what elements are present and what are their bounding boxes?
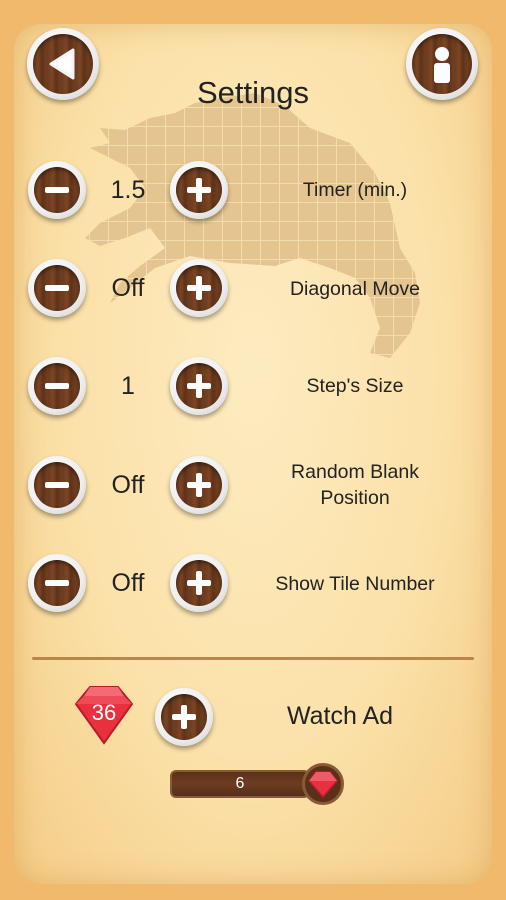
gem-count: 36 — [91, 700, 117, 725]
timer-value: 1.5 — [110, 176, 146, 204]
gem-icon — [308, 771, 338, 799]
horse-silhouette-icon — [85, 93, 420, 358]
timer-label: Timer (min.) — [302, 179, 408, 201]
gem-reward-value: 6 — [235, 775, 245, 792]
plus-icon — [187, 571, 211, 595]
show-tile-number-decrease-button[interactable] — [28, 554, 86, 612]
steps-size-label: Step's Size — [306, 375, 404, 397]
plus-icon — [172, 705, 196, 729]
watch-ad-button[interactable] — [155, 688, 213, 746]
diagonal-move-decrease-button[interactable] — [28, 259, 86, 317]
minus-icon — [45, 580, 69, 586]
random-blank-position-label: Random Blank Position — [291, 461, 419, 509]
minus-icon — [45, 187, 69, 193]
random-blank-position-increase-button[interactable] — [170, 456, 228, 514]
plus-icon — [187, 276, 211, 300]
plus-icon — [187, 473, 211, 497]
plus-icon — [187, 374, 211, 398]
timer-decrease-button[interactable] — [28, 161, 86, 219]
diagonal-move-label: Diagonal Move — [289, 278, 421, 300]
minus-icon — [45, 383, 69, 389]
gem-counter: 36 — [74, 684, 134, 746]
show-tile-number-increase-button[interactable] — [170, 554, 228, 612]
show-tile-number-label: Show Tile Number — [275, 573, 435, 595]
gem-reward-bar: 6 — [164, 763, 344, 805]
timer-increase-button[interactable] — [170, 161, 228, 219]
steps-size-value: 1 — [121, 372, 135, 400]
minus-icon — [45, 285, 69, 291]
steps-size-decrease-button[interactable] — [28, 357, 86, 415]
diagonal-move-value: Off — [111, 274, 145, 302]
plus-icon — [187, 178, 211, 202]
steps-size-increase-button[interactable] — [170, 357, 228, 415]
divider — [32, 657, 474, 660]
minus-icon — [45, 482, 69, 488]
random-blank-position-decrease-button[interactable] — [28, 456, 86, 514]
diagonal-move-increase-button[interactable] — [170, 259, 228, 317]
page-title: Settings — [196, 75, 309, 110]
watch-ad-label: Watch Ad — [286, 702, 394, 730]
show-tile-number-value: Off — [111, 569, 145, 597]
random-blank-position-value: Off — [111, 471, 145, 499]
